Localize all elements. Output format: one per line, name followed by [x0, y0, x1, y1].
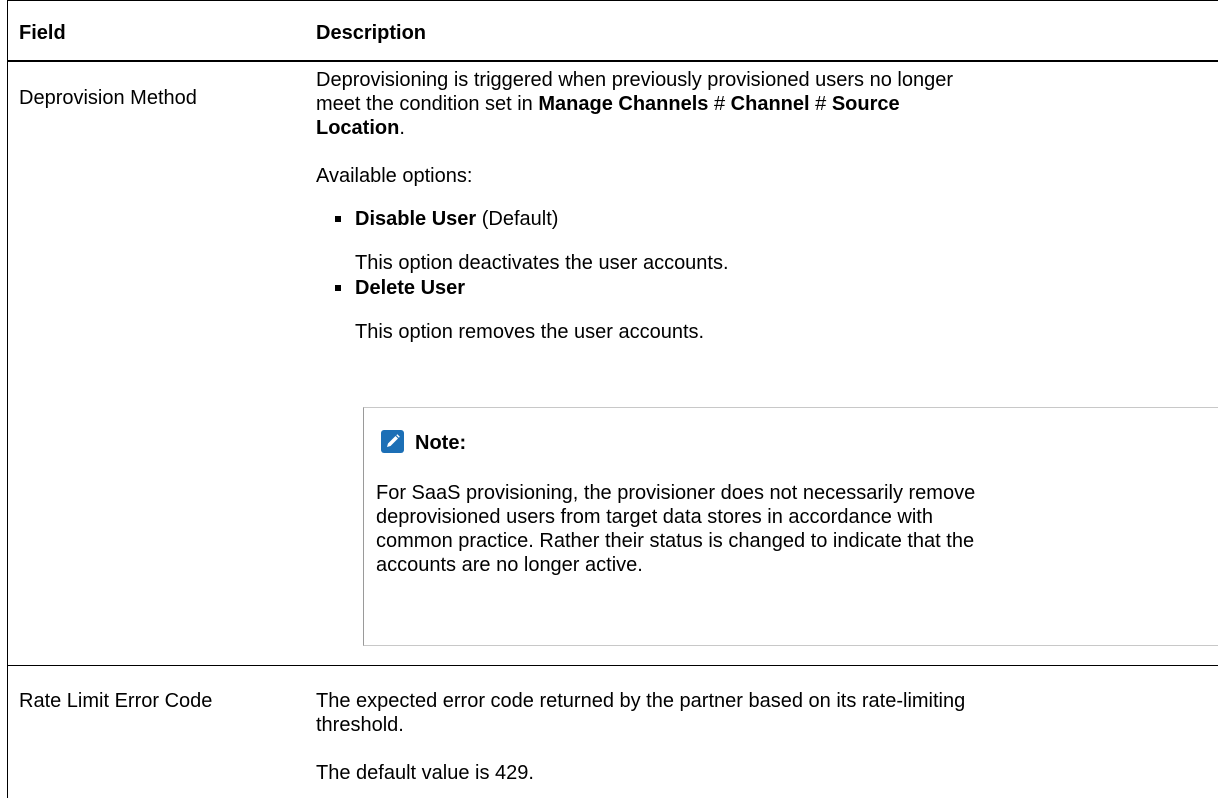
option-description: This option removes the user accounts. — [355, 321, 705, 343]
menu-path-channel: Channel — [730, 93, 810, 115]
option-suffix: (Default) — [476, 208, 559, 230]
field-name: Deprovision Method — [19, 87, 197, 109]
description-line: meet the condition set in Manage Channel… — [316, 93, 900, 115]
options-label: Available options: — [316, 165, 473, 187]
field-description-table: Field Description Deprovision Method Dep… — [7, 0, 1218, 798]
header-description: Description — [316, 22, 427, 44]
note-title: Note: — [415, 432, 467, 454]
menu-path-source: Source — [831, 93, 900, 115]
menu-path-manage-channels: Manage Channels — [538, 93, 709, 115]
header-field: Field — [19, 22, 66, 44]
option-item: Delete User — [355, 276, 1218, 300]
description-line: The expected error code returned by the … — [316, 690, 966, 712]
note-line: common practice. Rather their status is … — [376, 530, 975, 552]
field-name: Rate Limit Error Code — [19, 690, 213, 712]
table-row: Deprovision Method Deprovisioning is tri… — [8, 62, 1218, 666]
bullet-icon — [335, 285, 341, 291]
description-line: Location. — [316, 117, 405, 139]
note-body: For SaaS provisioning, the provisioner d… — [376, 481, 1216, 577]
default-value-text: The default value is 429. — [316, 762, 534, 784]
note-line: accounts are no longer active. — [376, 554, 643, 576]
option-description: This option deactivates the user account… — [355, 252, 729, 274]
pencil-note-icon — [381, 430, 404, 453]
description-line: threshold. — [316, 714, 404, 736]
note-line: For SaaS provisioning, the provisioner d… — [376, 482, 976, 504]
menu-path-location: Location — [316, 117, 400, 139]
note-line: deprovisioned users from target data sto… — [376, 506, 933, 528]
description-line: Deprovisioning is triggered when previou… — [316, 69, 954, 91]
option-item: Disable User (Default) — [355, 207, 1218, 231]
table-header-row: Field Description — [8, 1, 1218, 62]
note-callout: Note: For SaaS provisioning, the provisi… — [363, 407, 1218, 646]
option-name: Delete User — [355, 277, 466, 299]
table-row: Rate Limit Error Code The expected error… — [8, 666, 1218, 799]
bullet-icon — [335, 216, 341, 222]
option-name: Disable User — [355, 208, 477, 230]
